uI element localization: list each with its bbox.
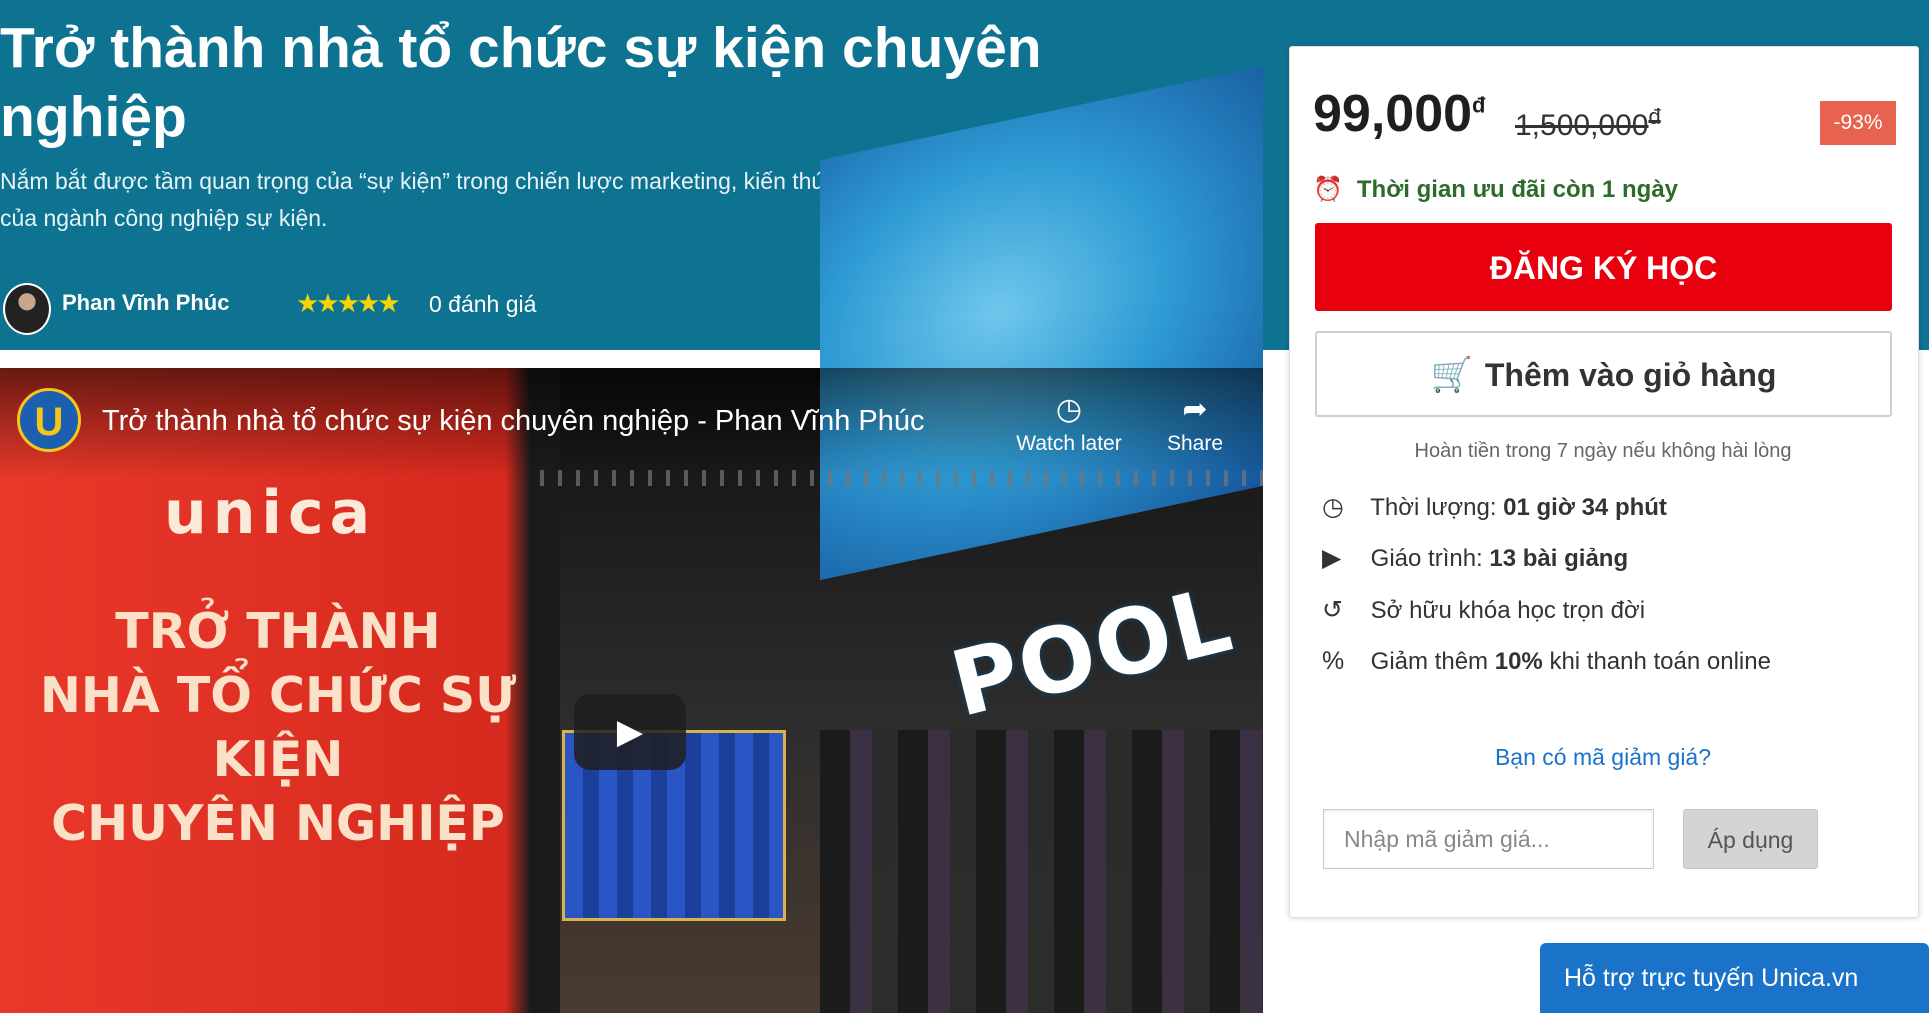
alarm-icon: ⏰ (1313, 176, 1343, 203)
percent-icon: % (1322, 647, 1345, 675)
old-price-value: 1,500,000 (1515, 109, 1649, 142)
price-value: 99,000 (1313, 85, 1473, 143)
enroll-button[interactable]: ĐĂNG KÝ HỌC (1315, 223, 1892, 311)
author-avatar[interactable] (3, 283, 51, 335)
promo-line: TRỞ THÀNH (115, 603, 441, 660)
feature-value: 01 giờ 34 phút (1503, 494, 1667, 521)
feature-value: 10% (1494, 648, 1543, 675)
feature-label: Thời lượng: (1370, 494, 1497, 521)
rating-stars-icon: ★★★★★ (296, 288, 401, 318)
play-icon: ▶ (616, 713, 644, 751)
promo-line: NHÀ TỔ CHỨC SỰ KIỆN (39, 667, 517, 788)
cart-plus-icon: 🛒 (1430, 356, 1473, 394)
share-label: Share (1166, 432, 1224, 455)
coupon-input[interactable] (1323, 809, 1654, 869)
original-price: 1,500,000đ (1515, 104, 1661, 143)
rating-count: 0 đánh giá (429, 291, 537, 317)
discount-badge: -93% (1820, 101, 1896, 145)
currency-symbol: đ (1472, 92, 1486, 118)
feature-lifetime-access: ↺ Sở hữu khóa học trọn đời (1322, 595, 1645, 625)
video-title[interactable]: Trở thành nhà tổ chức sự kiện chuyên ngh… (102, 405, 925, 438)
clock-icon: ◷ (1055, 393, 1083, 426)
watch-later-label: Watch later (1016, 432, 1122, 455)
promo-line: CHUYÊN NGHIỆP (51, 795, 505, 852)
feature-duration: ◷ Thời lượng: 01 giờ 34 phút (1322, 492, 1667, 522)
old-currency-symbol: đ (1648, 104, 1661, 129)
channel-icon[interactable]: U (17, 388, 81, 452)
unica-logo: unica (164, 478, 377, 548)
author-name[interactable]: Phan Vĩnh Phúc (62, 290, 229, 316)
stage-crowd (820, 730, 1263, 1013)
refund-note: Hoàn tiền trong 7 ngày nếu không hài lòn… (1414, 440, 1792, 462)
online-support-button[interactable]: Hỗ trợ trực tuyến Unica.vn (1540, 943, 1929, 1013)
clock-icon: ◷ (1322, 493, 1344, 521)
history-icon: ↺ (1322, 596, 1343, 624)
share-button[interactable]: ➦ Share (1160, 392, 1230, 456)
apply-coupon-button[interactable]: Áp dụng (1683, 809, 1818, 869)
feature-value: 13 bài giảng (1489, 545, 1629, 572)
feature-online-discount: % Giảm thêm 10% khi thanh toán online (1322, 647, 1771, 676)
current-price: 99,000đ (1313, 84, 1486, 144)
watch-later-button[interactable]: ◷ Watch later (1009, 392, 1129, 456)
feature-label: Giảm thêm (1370, 648, 1489, 675)
feature-label: Giáo trình: (1370, 545, 1483, 572)
add-to-cart-button[interactable]: 🛒 Thêm vào giỏ hàng (1315, 331, 1892, 417)
share-arrow-icon: ➦ (1182, 393, 1208, 426)
offer-text: Thời gian ưu đãi còn 1 ngày (1356, 176, 1679, 203)
offer-countdown: ⏰ Thời gian ưu đãi còn 1 ngày (1313, 175, 1678, 204)
cart-label: Thêm vào giỏ hàng (1484, 357, 1777, 393)
feature-label: Sở hữu khóa học trọn đời (1370, 597, 1646, 624)
feature-suffix: khi thanh toán online (1549, 648, 1771, 675)
play-circle-icon: ▶ (1322, 544, 1342, 572)
play-button[interactable]: ▶ (574, 694, 686, 770)
feature-lessons: ▶ Giáo trình: 13 bài giảng (1322, 543, 1628, 573)
coupon-link[interactable]: Bạn có mã giảm giá? (1289, 744, 1917, 771)
video-promo-text: TRỞ THÀNH NHÀ TỔ CHỨC SỰ KIỆN CHUYÊN NGH… (0, 600, 556, 856)
